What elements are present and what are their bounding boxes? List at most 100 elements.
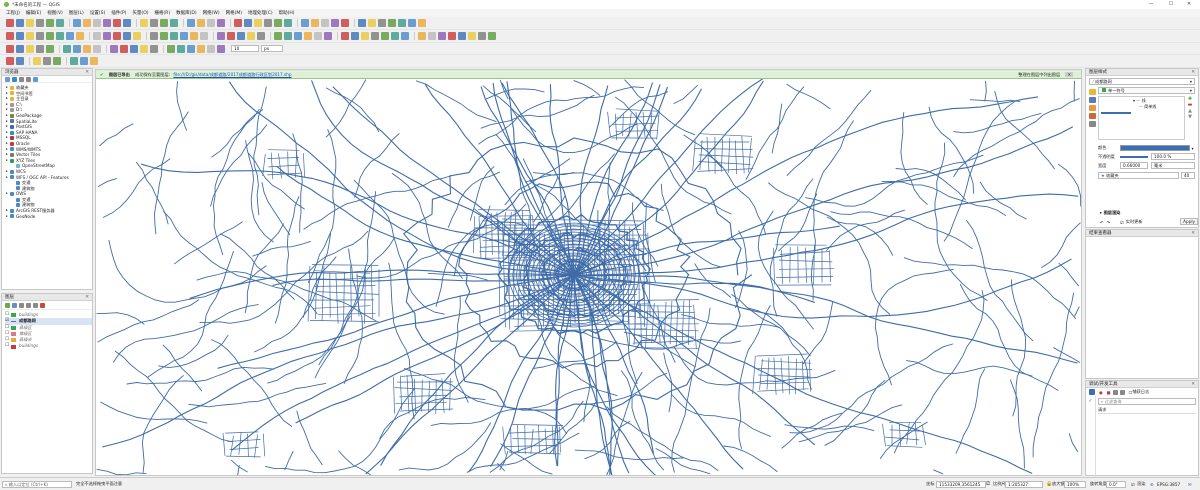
toolbar-tool-icon[interactable] — [93, 19, 101, 27]
toolbar-tool-icon[interactable] — [274, 19, 282, 27]
chevron-down-icon[interactable]: ▾ — [1190, 146, 1195, 151]
tolerance-field[interactable]: 10 — [231, 45, 259, 52]
crs-globe-icon[interactable]: ⊕ — [1150, 482, 1154, 487]
toolbar-tool-icon[interactable] — [73, 19, 81, 27]
menu-mesh[interactable]: 网格(M) — [226, 10, 242, 16]
toolbar-tool-icon[interactable] — [187, 44, 195, 53]
toolbar-tool-icon[interactable] — [341, 19, 349, 27]
toolbar-tool-icon[interactable] — [401, 32, 409, 40]
toolbar-tool-icon[interactable] — [170, 32, 178, 40]
toolbar-tool-icon[interactable] — [140, 44, 148, 53]
toolbar-tool-icon[interactable] — [314, 32, 322, 40]
toolbar-tool-icon[interactable] — [170, 19, 178, 27]
save-log-icon[interactable] — [1112, 389, 1118, 395]
toolbar-tool-icon[interactable] — [123, 32, 131, 40]
map-canvas[interactable]: ✔ 图层已导出 成功保存至要图层: file:///D:/gis/data/成都… — [95, 69, 1082, 476]
toolbar-tool-icon[interactable] — [418, 19, 426, 27]
remove-layer-icon[interactable] — [40, 302, 45, 308]
close-panel-icon[interactable]: ✕ — [85, 69, 89, 76]
toolbar-tool-icon[interactable] — [361, 32, 369, 40]
toolbar-tool-icon[interactable] — [26, 19, 34, 27]
add-layer-icon[interactable] — [5, 76, 10, 82]
menu-project[interactable]: 工程(J) — [6, 10, 20, 16]
toolbar-tool-icon[interactable] — [311, 19, 319, 27]
eye-icon[interactable] — [19, 302, 24, 308]
toolbar-tool-icon[interactable] — [110, 44, 118, 53]
toolbar-tool-icon[interactable] — [130, 44, 138, 53]
history-tab-icon[interactable] — [1088, 121, 1096, 127]
toolbar-tool-icon[interactable] — [66, 32, 74, 40]
toolbar-tool-icon[interactable] — [177, 44, 185, 53]
unit-select[interactable]: 毫米 — [1151, 162, 1195, 169]
toolbar-tool-icon[interactable] — [16, 19, 24, 27]
toolbar-tool-icon[interactable] — [200, 32, 208, 40]
redo-icon[interactable]: ↷ — [1107, 220, 1111, 225]
add-group-icon[interactable] — [12, 302, 17, 308]
toolbar-tool-icon[interactable] — [160, 32, 168, 40]
labels-tab-icon[interactable] — [1088, 97, 1096, 103]
toolbar-tool-icon[interactable] — [244, 19, 252, 27]
layer-item[interactable]: ☐ buildings — [5, 343, 92, 349]
duplicate-icon[interactable]: ▼ — [1188, 114, 1192, 120]
toolbar-tool-icon[interactable] — [187, 19, 195, 27]
toolbar-tool-icon[interactable] — [284, 32, 292, 40]
rotation-field[interactable]: 0.0° — [1106, 481, 1126, 488]
expand-arrow-icon[interactable]: ▸ — [6, 214, 9, 220]
toolbar-tool-icon[interactable] — [36, 44, 44, 53]
toolbar-tool-icon[interactable] — [33, 57, 41, 65]
toolbar-tool-icon[interactable] — [6, 19, 14, 27]
toolbar-tool-icon[interactable] — [391, 32, 399, 40]
tolerance-unit-select[interactable]: px — [261, 45, 283, 52]
toolbar-tool-icon[interactable] — [398, 19, 406, 27]
toolbar-tool-icon[interactable] — [70, 57, 78, 65]
message-link[interactable]: file:///D:/gis/data/成都道路/2017成都道路行政区划201… — [173, 72, 291, 77]
filter-icon[interactable] — [26, 302, 31, 308]
toolbar-tool-icon[interactable] — [53, 57, 61, 65]
toolbar-tool-icon[interactable] — [341, 32, 349, 40]
toolbar-tool-icon[interactable] — [247, 32, 255, 40]
toolbar-tool-icon[interactable] — [264, 19, 272, 27]
toolbar-tool-icon[interactable] — [294, 32, 302, 40]
toolbar-tool-icon[interactable] — [113, 19, 121, 27]
toolbar-tool-icon[interactable] — [93, 44, 101, 53]
toolbar-tool-icon[interactable] — [458, 32, 466, 40]
toolbar-tool-icon[interactable] — [43, 57, 51, 65]
toolbar-tool-icon[interactable] — [207, 44, 215, 53]
opacity-field[interactable]: 100.0 % — [1151, 153, 1195, 160]
layer-select[interactable]: ⁄ 成都路网 ▾ — [1089, 78, 1195, 85]
toolbar-tool-icon[interactable] — [468, 32, 476, 40]
toolbar-tool-icon[interactable] — [16, 44, 24, 53]
toolbar-tool-icon[interactable] — [6, 44, 14, 53]
messages-icon[interactable]: ✉ — [1188, 482, 1192, 487]
toolbar-tool-icon[interactable] — [324, 32, 332, 40]
toolbar-tool-icon[interactable] — [197, 44, 205, 53]
toolbar-tool-icon[interactable] — [378, 19, 386, 27]
maximize-button[interactable]: ☐ — [1162, 0, 1180, 9]
3d-view-tab-icon[interactable] — [1088, 113, 1096, 119]
scale-field[interactable]: 1:205327 — [1005, 481, 1043, 488]
toolbar-tool-icon[interactable] — [488, 32, 496, 40]
browser-item[interactable]: ▸ GeoNode — [2, 214, 92, 220]
close-window-button[interactable]: ✕ — [1180, 0, 1198, 9]
menu-view[interactable]: 视图(V) — [47, 10, 63, 16]
locator-input[interactable]: ⌕ 输入以定位 (Ctrl+K) — [2, 480, 72, 488]
symbol-simple-line-node[interactable]: — 简单线 — [1139, 104, 1156, 110]
favorites-select[interactable]: ★ 收藏夹 — [1098, 172, 1179, 179]
menu-layer[interactable]: 图层(L) — [69, 10, 84, 16]
toolbar-tool-icon[interactable] — [63, 44, 71, 53]
toolbar-tool-icon[interactable] — [73, 44, 81, 53]
toolbar-tool-icon[interactable] — [237, 32, 245, 40]
toolbar-tool-icon[interactable] — [207, 19, 215, 27]
toolbar-tool-icon[interactable] — [150, 44, 158, 53]
menu-database[interactable]: 数据库(D) — [176, 10, 196, 16]
crs-label[interactable]: EPSG:3857 — [1157, 482, 1180, 487]
network-tab-icon[interactable]: ✓ — [1088, 398, 1092, 479]
toolbar-tool-icon[interactable] — [46, 19, 54, 27]
toolbar-tool-icon[interactable] — [351, 32, 359, 40]
layer-visibility-checkbox[interactable]: ☐ — [5, 343, 9, 349]
expand-arrow-icon[interactable]: ▸ — [6, 175, 9, 181]
toolbar-tool-icon[interactable] — [16, 57, 24, 65]
toolbar-tool-icon[interactable] — [368, 19, 376, 27]
close-panel-icon[interactable]: ✕ — [1191, 69, 1195, 76]
toolbar-tool-icon[interactable] — [140, 19, 148, 27]
